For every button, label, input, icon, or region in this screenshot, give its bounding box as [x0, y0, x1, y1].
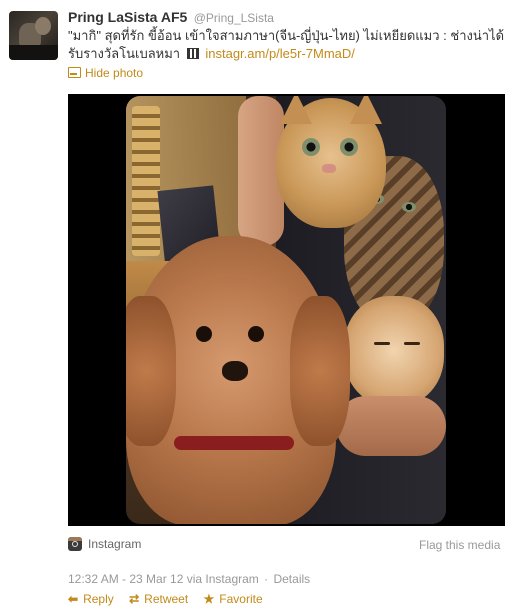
favorite-button[interactable]: ★ Favorite [204, 592, 263, 606]
tweet-actions: ⬅ Reply ⇄ Retweet ★ Favorite [68, 592, 275, 606]
instagram-photo[interactable] [126, 96, 446, 524]
reply-button[interactable]: ⬅ Reply [68, 592, 114, 606]
photo-icon [68, 67, 81, 78]
favorite-label: Favorite [219, 592, 263, 606]
qr-code-icon [186, 48, 199, 59]
hide-photo-button[interactable]: Hide photo [68, 66, 143, 80]
reply-arrow-icon: ⬅ [68, 592, 79, 606]
media-source-label: Instagram [88, 537, 142, 551]
tweet-header: Pring LaSista AF5 @Pring_LSista [68, 9, 274, 27]
star-icon: ★ [203, 592, 215, 606]
timestamp[interactable]: 12:32 AM - 23 Mar 12 [68, 572, 183, 586]
via-source: via Instagram [186, 572, 259, 586]
avatar[interactable] [9, 11, 58, 60]
instagram-link[interactable]: instagr.am/p/le5r-7MmaD/ [205, 46, 355, 61]
retweet-label: Retweet [144, 592, 189, 606]
retweet-icon: ⇄ [129, 592, 140, 606]
instagram-icon [68, 537, 82, 551]
tweet-meta: 12:32 AM - 23 Mar 12 via Instagram · Det… [68, 572, 310, 586]
tweet-text: "มากิ" สุดที่รัก ขี้อ้อน เข้าใจสามภาษา(จ… [68, 27, 508, 63]
hide-photo-label: Hide photo [85, 66, 144, 80]
media-container[interactable] [68, 94, 505, 526]
meta-separator: · [264, 572, 269, 586]
flag-media-link[interactable]: Flag this media [419, 538, 500, 552]
user-screen-name[interactable]: @Pring_LSista [194, 11, 274, 25]
reply-label: Reply [83, 592, 114, 606]
media-source[interactable]: Instagram [68, 537, 141, 551]
details-link[interactable]: Details [273, 572, 310, 586]
tweet: Pring LaSista AF5 @Pring_LSista "มากิ" ส… [0, 0, 519, 616]
user-full-name[interactable]: Pring LaSista AF5 [68, 9, 187, 25]
retweet-button[interactable]: ⇄ Retweet [129, 592, 188, 606]
